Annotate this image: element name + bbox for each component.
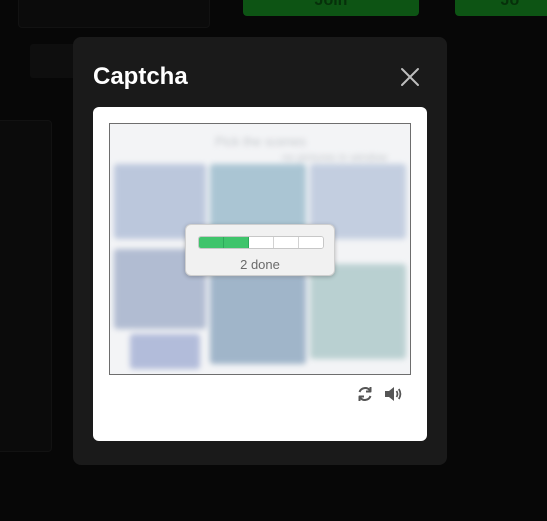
progress-segment-pending bbox=[299, 237, 323, 248]
captcha-modal: Captcha Pick the scenes no pictures in w… bbox=[73, 37, 447, 465]
blurred-instruction: Pick the scenes bbox=[215, 134, 307, 149]
blurred-sub-instruction: no pictures in window bbox=[282, 152, 388, 164]
close-button[interactable] bbox=[398, 65, 422, 89]
progress-segment-done bbox=[199, 237, 224, 248]
progress-segment-pending bbox=[249, 237, 274, 248]
modal-title: Captcha bbox=[93, 63, 188, 90]
captcha-card: Pick the scenes no pictures in window 2 … bbox=[93, 107, 427, 441]
progress-segments bbox=[198, 236, 324, 249]
progress-indicator: 2 done bbox=[185, 224, 335, 276]
audio-icon bbox=[385, 387, 402, 401]
refresh-icon bbox=[358, 387, 372, 401]
captcha-challenge-area: Pick the scenes no pictures in window 2 … bbox=[109, 123, 411, 375]
audio-button[interactable] bbox=[383, 384, 403, 404]
progress-segment-pending bbox=[274, 237, 299, 248]
progress-segment-done bbox=[224, 237, 249, 248]
refresh-button[interactable] bbox=[355, 384, 375, 404]
image-tile bbox=[210, 274, 306, 364]
image-tile bbox=[310, 264, 406, 359]
close-icon bbox=[401, 68, 419, 86]
progress-label: 2 done bbox=[240, 257, 280, 272]
image-tile bbox=[130, 334, 200, 369]
